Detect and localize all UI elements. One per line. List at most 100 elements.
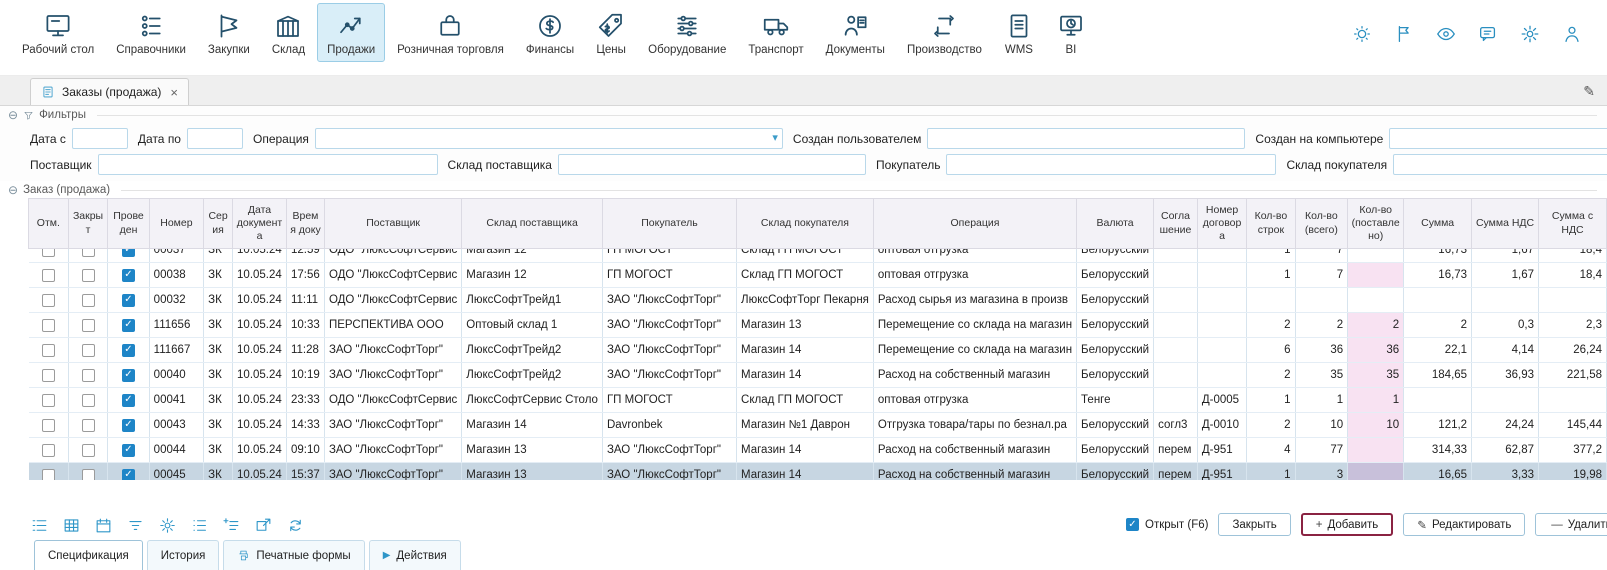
mark-checkbox[interactable] [42,394,55,407]
cell-mark[interactable] [29,288,69,313]
posted-checkbox[interactable]: ✓ [122,394,135,407]
closed-checkbox[interactable] [82,369,95,382]
mark-checkbox[interactable] [42,419,55,432]
cell-closed[interactable] [68,288,108,313]
column-header-currency[interactable]: Валюта [1077,199,1154,249]
posted-checkbox[interactable]: ✓ [122,249,135,257]
posted-checkbox[interactable]: ✓ [122,344,135,357]
cell-mark[interactable] [29,263,69,288]
add-button[interactable]: +Добавить [1301,513,1394,536]
mark-checkbox[interactable] [42,319,55,332]
profile-icon[interactable] [1561,23,1583,45]
posted-checkbox[interactable]: ✓ [122,419,135,432]
ribbon-item-wms[interactable]: WMS [994,3,1044,62]
cell-closed[interactable] [68,338,108,363]
filter-icon[interactable] [126,516,145,535]
column-header-qty_total[interactable]: Кол-во (всего) [1295,199,1348,249]
cell-posted[interactable]: ✓ [108,313,149,338]
cell-mark[interactable] [29,463,69,481]
cell-closed[interactable] [68,263,108,288]
ribbon-item-transport[interactable]: Транспорт [738,3,813,62]
cell-posted[interactable]: ✓ [108,388,149,413]
table-row[interactable]: ✓00040ЗК10.05.2410:19ЗАО "ЛюксСофтТорг"Л… [29,363,1607,388]
column-header-lines[interactable]: Кол-во строк [1247,199,1295,249]
cell-posted[interactable]: ✓ [108,438,149,463]
messages-icon[interactable] [1477,23,1499,45]
cell-mark[interactable] [29,413,69,438]
cell-closed[interactable] [68,413,108,438]
closed-checkbox[interactable] [82,269,95,282]
mark-checkbox[interactable] [42,294,55,307]
cell-posted[interactable]: ✓ [108,463,149,481]
table-row[interactable]: ✓111656ЗК10.05.2410:33ПЕРСПЕКТИВА ООООпт… [29,313,1607,338]
column-header-contract[interactable]: Номер договора [1197,199,1246,249]
cell-posted[interactable]: ✓ [108,338,149,363]
filter-buyer-input[interactable] [946,154,1276,175]
posted-checkbox[interactable]: ✓ [122,469,135,481]
table-row[interactable]: ✓00037ЗК10.05.2412:59ОДО "ЛюксСофтСервис… [29,249,1607,263]
column-header-posted[interactable]: Проведен [108,199,149,249]
mark-checkbox[interactable] [42,269,55,282]
filter-created_pc-input[interactable] [1389,128,1607,149]
posted-checkbox[interactable]: ✓ [122,294,135,307]
closed-checkbox[interactable] [82,444,95,457]
flag-icon[interactable] [1393,23,1415,45]
theme-icon[interactable] [1351,23,1373,45]
filter-date_from-input[interactable] [72,128,128,149]
ribbon-item-warehouse[interactable]: Склад [262,3,315,62]
cell-posted[interactable]: ✓ [108,288,149,313]
view-list-icon[interactable] [30,516,49,535]
column-header-mark[interactable]: Отм. [29,199,69,249]
bottom-tab-specification[interactable]: Спецификация [34,540,143,570]
numbered-list-icon[interactable] [190,516,209,535]
cell-mark[interactable] [29,338,69,363]
cell-closed[interactable] [68,438,108,463]
filter-date_to-input[interactable] [187,128,243,149]
mark-checkbox[interactable] [42,469,55,481]
refresh-icon[interactable] [286,516,305,535]
table-row[interactable]: ✓00032ЗК10.05.2411:11ОДО "ЛюксСофтСервис… [29,288,1607,313]
closed-checkbox[interactable] [82,469,95,481]
export-icon[interactable] [254,516,273,535]
posted-checkbox[interactable]: ✓ [122,319,135,332]
column-header-sum[interactable]: Сумма [1404,199,1472,249]
ribbon-item-retail[interactable]: Розничная торговля [387,3,514,62]
cell-mark[interactable] [29,313,69,338]
cell-posted[interactable]: ✓ [108,249,149,263]
column-header-supplier_wh[interactable]: Склад поставщика [462,199,603,249]
ribbon-item-sales[interactable]: Продажи [317,3,385,62]
column-header-agreement[interactable]: Соглашение [1154,199,1198,249]
column-header-series[interactable]: Серия [204,199,233,249]
ribbon-item-bi[interactable]: BI [1046,3,1096,62]
cell-closed[interactable] [68,463,108,481]
column-header-date[interactable]: Дата документа [233,199,287,249]
closed-checkbox[interactable] [82,249,95,257]
cell-closed[interactable] [68,388,108,413]
column-header-buyer[interactable]: Покупатель [602,199,736,249]
gear-icon[interactable] [158,516,177,535]
filter-supplier-input[interactable] [98,154,438,175]
cell-closed[interactable] [68,313,108,338]
tab-orders-sales[interactable]: Заказы (продажа) × [30,78,189,105]
filter-operation-select[interactable]: ▾ [315,128,783,149]
column-header-closed[interactable]: Закрыт [68,199,108,249]
table-row[interactable]: ✓00043ЗК10.05.2414:33ЗАО "ЛюксСофтТорг"М… [29,413,1607,438]
table-row[interactable]: ✓00041ЗК10.05.2423:33ОДО "ЛюксСофтСервис… [29,388,1607,413]
table-row[interactable]: ✓00045ЗК10.05.2415:37ЗАО "ЛюксСофтТорг"М… [29,463,1607,481]
delete-button[interactable]: —Удалить [1535,513,1607,536]
settings-icon[interactable] [1519,23,1541,45]
posted-checkbox[interactable]: ✓ [122,269,135,282]
cell-posted[interactable]: ✓ [108,263,149,288]
closed-checkbox[interactable] [82,419,95,432]
column-header-total[interactable]: Сумма с НДС [1539,199,1607,249]
column-header-num[interactable]: Номер [149,199,203,249]
bottom-tab-actions[interactable]: ▶Действия [369,540,461,570]
table-row[interactable]: ✓00038ЗК10.05.2417:56ОДО "ЛюксСофтСервис… [29,263,1607,288]
filter-created_by-input[interactable] [927,128,1245,149]
posted-checkbox[interactable]: ✓ [122,444,135,457]
tab-close-icon[interactable]: × [170,85,178,100]
cell-posted[interactable]: ✓ [108,363,149,388]
collapse-filters-icon[interactable]: ⊖ [8,109,18,121]
closed-checkbox[interactable] [82,294,95,307]
bottom-tab-history[interactable]: История [147,540,220,570]
